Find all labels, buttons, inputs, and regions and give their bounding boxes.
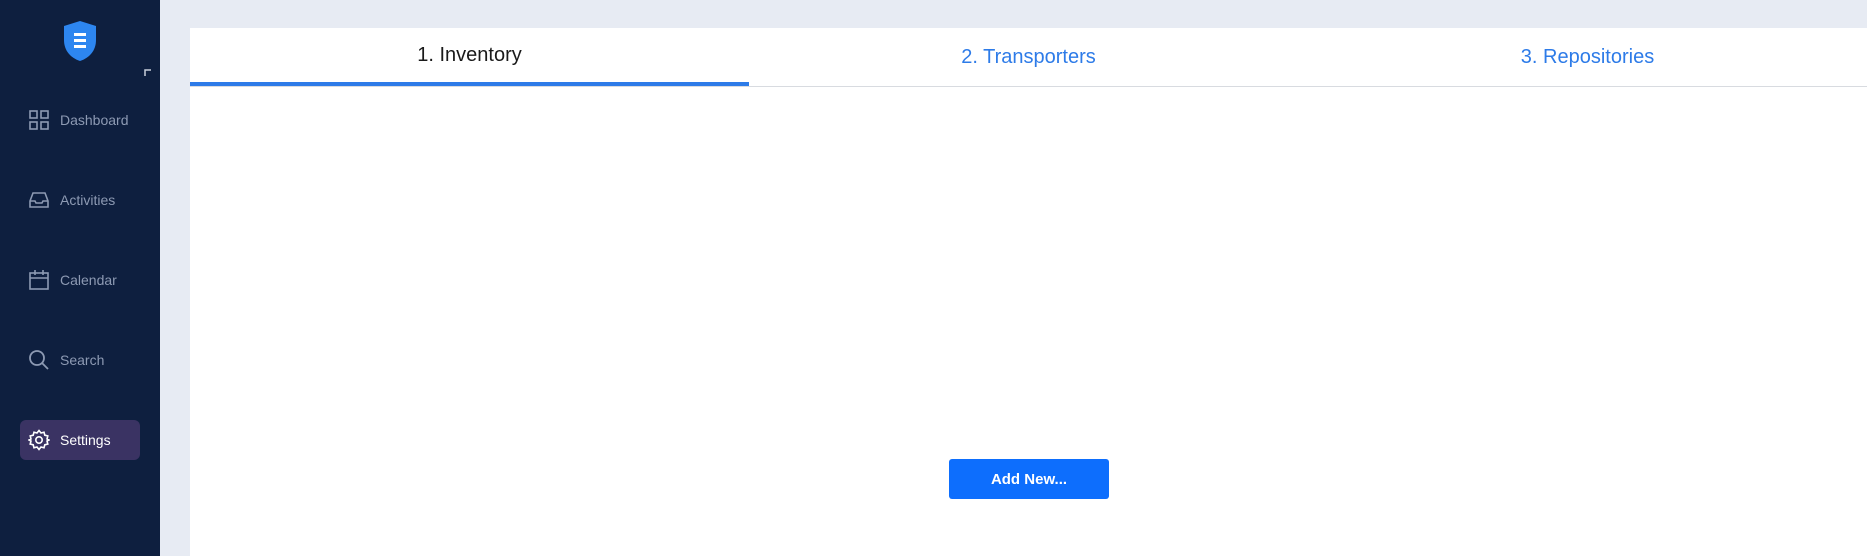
sidebar-item-label: Settings xyxy=(60,432,111,448)
sidebar-item-settings[interactable]: Settings xyxy=(20,420,140,460)
gear-icon xyxy=(28,429,50,451)
sidebar: Dashboard Activities Calendar Search Set… xyxy=(0,0,160,556)
tab-inventory[interactable]: 1. Inventory xyxy=(190,28,749,86)
calendar-icon xyxy=(28,269,50,291)
sidebar-item-label: Calendar xyxy=(60,272,117,288)
sidebar-item-dashboard[interactable]: Dashboard xyxy=(20,100,140,140)
add-new-button[interactable]: Add New... xyxy=(949,459,1109,499)
sidebar-item-label: Search xyxy=(60,352,105,368)
sidebar-item-calendar[interactable]: Calendar xyxy=(20,260,140,300)
inbox-icon xyxy=(28,189,50,211)
tab-label: 1. Inventory xyxy=(417,43,522,66)
app-window: Dashboard Activities Calendar Search Set… xyxy=(0,0,1867,556)
tab-repositories[interactable]: 3. Repositories xyxy=(1308,28,1867,86)
tab-bar: 1. Inventory 2. Transporters 3. Reposito… xyxy=(190,28,1867,87)
tab-label: 3. Repositories xyxy=(1520,45,1655,68)
sidebar-item-search[interactable]: Search xyxy=(20,340,140,380)
sidebar-item-activities[interactable]: Activities xyxy=(20,180,140,220)
shield-icon[interactable] xyxy=(62,20,98,62)
sidebar-item-label: Dashboard xyxy=(60,112,129,128)
tab-transporters[interactable]: 2. Transporters xyxy=(749,28,1308,86)
sidebar-item-label: Activities xyxy=(60,192,116,208)
tab-label: 2. Transporters xyxy=(961,45,1096,68)
sidebar-collapse-icon[interactable] xyxy=(144,64,152,76)
grid-icon xyxy=(28,109,50,131)
search-icon xyxy=(28,349,50,371)
main-panel: 1. Inventory 2. Transporters 3. Reposito… xyxy=(190,28,1867,556)
